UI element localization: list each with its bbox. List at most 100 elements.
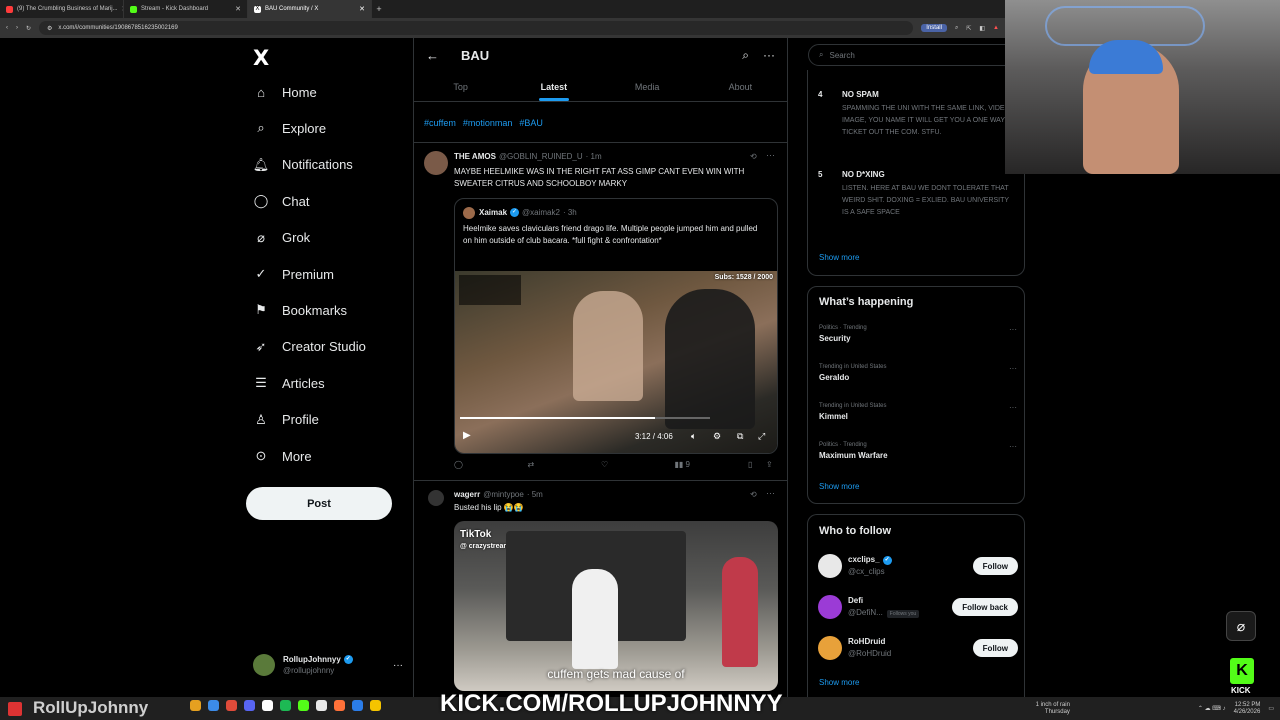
hashtag-link[interactable]: #cuffem	[424, 118, 456, 128]
follow-button[interactable]: Follow	[972, 639, 1018, 657]
video-player[interactable]: TikTok @ crazystreamhighlightz cuffem ge…	[454, 521, 778, 691]
nav-item-premium[interactable]: ✓ Premium	[253, 266, 334, 282]
post-1[interactable]: THE AMOS @GOBLIN_RUINED_U · 1m ⟲ ··· MAY…	[414, 142, 787, 480]
taskbar-app-icon[interactable]	[370, 700, 381, 711]
nav-item-notifications[interactable]: 🔔︎ Notifications	[253, 157, 353, 173]
post-time[interactable]: · 1m	[586, 152, 602, 161]
app-icon[interactable]	[8, 701, 22, 716]
repost-icon[interactable]: ⇄	[528, 460, 602, 469]
grok-icon[interactable]: ⟲	[750, 152, 757, 161]
tab-latest[interactable]: Latest	[507, 74, 600, 101]
taskbar-app-icon[interactable]	[334, 700, 345, 711]
more-icon[interactable]: ···	[1009, 325, 1017, 334]
extension-icon[interactable]: ◧	[979, 25, 985, 32]
nav-item-creator-studio[interactable]: ➶ Creator Studio	[253, 339, 366, 355]
more-icon[interactable]: ···	[1009, 403, 1017, 412]
nav-item-home[interactable]: ⌂ Home	[253, 84, 317, 100]
hashtag-link[interactable]: #BAU	[519, 118, 543, 128]
video-player[interactable]: Subs: 1528 / 2000 ▶ 3:12 / 4:06 🔈︎ ⚙ ⧉ ⤢	[455, 271, 777, 453]
avatar[interactable]	[818, 595, 842, 619]
nav-item-articles[interactable]: ☰ Articles	[253, 375, 324, 391]
taskbar-app-icon[interactable]	[208, 700, 219, 711]
avatar[interactable]	[818, 554, 842, 578]
reload-icon[interactable]: ↻	[26, 25, 31, 32]
tray-icons[interactable]: ⌃ ☁ ⌨ ♪	[1198, 705, 1226, 712]
nav-item-bookmarks[interactable]: ⚑ Bookmarks	[253, 302, 347, 318]
trend-item[interactable]: Politics · Trending Security ···	[819, 325, 1017, 343]
progress-track[interactable]	[460, 417, 710, 419]
show-more-link[interactable]: Show more	[819, 482, 859, 491]
more-icon[interactable]: ···	[393, 660, 403, 671]
author-handle[interactable]: @GOBLIN_RUINED_U	[499, 152, 583, 161]
shield-icon[interactable]: ▲	[993, 25, 999, 31]
follow-suggestion[interactable]: RoHDruid @RoHDruid Follow	[818, 634, 1018, 662]
browser-tab-1[interactable]: (9) The Crumbling Business of Marij...✕	[0, 0, 124, 18]
follow-button[interactable]: Follow back	[952, 598, 1018, 616]
follow-suggestion[interactable]: Defi @DefiN... Follows you Follow back	[818, 593, 1018, 621]
like-icon[interactable]: ♡	[601, 460, 675, 469]
avatar[interactable]	[818, 636, 842, 660]
trend-item[interactable]: Trending in United States Kimmel ···	[819, 403, 1017, 421]
taskbar-app-icon[interactable]	[280, 700, 291, 711]
reply-icon[interactable]: ◯	[454, 460, 528, 469]
more-icon[interactable]: ···	[766, 150, 775, 160]
taskbar-app-icon[interactable]	[352, 700, 363, 711]
nav-item-more[interactable]: ⊙ More	[253, 448, 312, 464]
avatar[interactable]	[428, 490, 444, 506]
taskbar-app-icon[interactable]	[316, 700, 327, 711]
fullscreen-icon[interactable]: ⤢	[758, 431, 765, 442]
nav-item-chat[interactable]: ◯ Chat	[253, 193, 310, 209]
taskbar-app-icon[interactable]	[298, 700, 309, 711]
tab-media[interactable]: Media	[601, 74, 694, 101]
author-name[interactable]: THE AMOS	[454, 152, 496, 161]
tab-about[interactable]: About	[694, 74, 787, 101]
play-icon[interactable]: ▶	[463, 430, 471, 441]
pip-icon[interactable]: ⧉	[737, 431, 743, 442]
trend-item[interactable]: Politics · Trending Maximum Warfare ···	[819, 442, 1017, 460]
nav-item-profile[interactable]: ♙ Profile	[253, 412, 319, 428]
clock[interactable]: 12:52 PM 4/26/2026	[1234, 702, 1261, 716]
grok-icon[interactable]: ⟲	[750, 490, 757, 499]
close-icon[interactable]: ✕	[235, 5, 241, 13]
more-icon[interactable]: ···	[763, 48, 775, 62]
site-info-icon[interactable]: ⚙	[47, 25, 52, 32]
hashtag-link[interactable]: #motionman	[463, 118, 513, 128]
share-icon[interactable]: ⇱	[966, 25, 971, 32]
share-icon[interactable]: ⇪	[766, 460, 776, 469]
follow-button[interactable]: Follow	[972, 557, 1018, 575]
search-icon[interactable]: ⌕	[742, 48, 749, 63]
more-icon[interactable]: ···	[766, 488, 775, 498]
taskbar-app-icon[interactable]	[244, 700, 255, 711]
quoted-post[interactable]: Xaimak ✓ @xaimak2 · 3h Heelmike saves cl…	[454, 198, 778, 454]
taskbar-app-icon[interactable]	[190, 700, 201, 711]
install-button[interactable]: Install	[921, 24, 947, 32]
post-button[interactable]: Post	[246, 487, 392, 520]
notification-icon[interactable]: ▭	[1268, 705, 1274, 712]
weather-widget[interactable]: 1 inch of rain Thursday	[1036, 702, 1070, 716]
views-icon[interactable]: ▮▮ 9	[675, 460, 749, 469]
grok-float-icon[interactable]: ⌀	[1226, 611, 1256, 641]
new-tab-button[interactable]: +	[372, 4, 386, 14]
back-icon[interactable]: ‹	[6, 25, 8, 31]
more-icon[interactable]: ···	[1009, 364, 1017, 373]
taskbar-app-icon[interactable]	[262, 700, 273, 711]
post-time[interactable]: · 5m	[527, 490, 543, 499]
tab-top[interactable]: Top	[414, 74, 507, 101]
show-more-link[interactable]: Show more	[819, 253, 859, 262]
back-arrow-icon[interactable]: ←	[426, 48, 439, 63]
close-icon[interactable]: ✕	[359, 5, 365, 13]
author-handle[interactable]: @mintypoe	[483, 490, 524, 499]
bookmark-icon[interactable]: ▯	[748, 460, 766, 469]
nav-item-explore[interactable]: ⌕ Explore	[253, 120, 326, 136]
show-more-link[interactable]: Show more	[819, 678, 859, 687]
avatar[interactable]	[424, 151, 448, 175]
browser-tab-2[interactable]: Stream - Kick Dashboard ✕	[124, 0, 248, 18]
browser-tab-3[interactable]: X BAU Community / X ✕	[248, 0, 372, 18]
volume-icon[interactable]: 🔈︎	[691, 431, 696, 442]
taskbar-app-icon[interactable]	[226, 700, 237, 711]
account-switcher[interactable]: RollupJohnnyy ✓ @rollupjohnny ···	[253, 650, 403, 680]
follow-suggestion[interactable]: cxclips_ ✓ @cx_clips Follow	[818, 552, 1018, 580]
more-icon[interactable]: ···	[1009, 442, 1017, 451]
search-bar[interactable]: ⌕ Search	[808, 44, 1018, 66]
nav-item-grok[interactable]: ⌀ Grok	[253, 230, 310, 246]
